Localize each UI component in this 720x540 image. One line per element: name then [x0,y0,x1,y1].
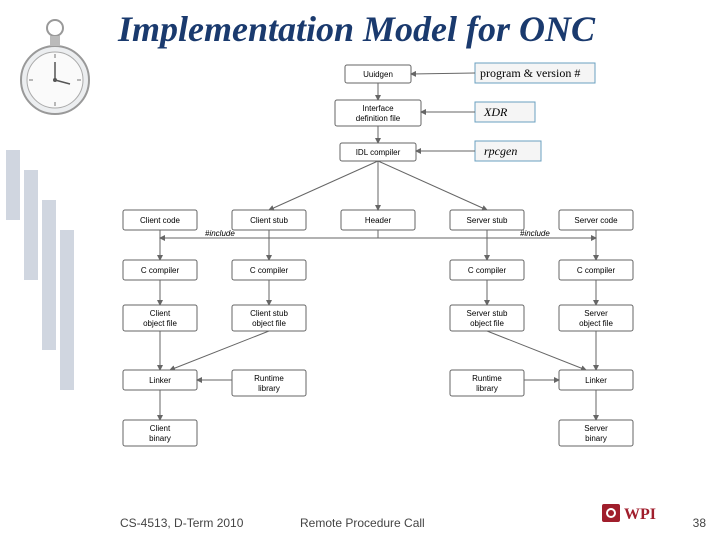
svg-text:object file: object file [143,319,177,328]
svg-text:Server: Server [584,424,608,433]
svg-text:library: library [476,384,498,393]
label-include-right: #include [520,229,550,238]
footer-course: CS-4513, D-Term 2010 [120,516,243,530]
svg-text:WPI: WPI [624,506,656,523]
svg-text:Server: Server [584,309,608,318]
svg-text:Server stub: Server stub [467,309,508,318]
svg-text:Header: Header [365,216,392,225]
svg-text:library: library [258,384,280,393]
svg-text:Client code: Client code [140,216,181,225]
svg-text:C compiler: C compiler [577,266,616,275]
pocketwatch-icon [10,10,100,130]
box-idl: IDL compiler [356,148,401,157]
svg-text:C compiler: C compiler [141,266,180,275]
svg-text:C compiler: C compiler [468,266,507,275]
svg-text:Client stub: Client stub [250,309,288,318]
svg-text:binary: binary [585,434,607,443]
decorative-bars [0,140,100,400]
svg-text:Client stub: Client stub [250,216,288,225]
svg-text:Client: Client [150,424,171,433]
svg-text:Linker: Linker [585,376,607,385]
svg-text:C compiler: C compiler [250,266,289,275]
svg-text:definition file: definition file [356,114,401,123]
box-uuidgen: Uuidgen [363,70,393,79]
svg-text:Linker: Linker [149,376,171,385]
footer-topic: Remote Procedure Call [300,516,425,530]
svg-text:object file: object file [252,319,286,328]
page-number: 38 [693,516,706,530]
svg-text:binary: binary [149,434,171,443]
onc-diagram: Uuidgen Interface definition file IDL co… [110,60,700,480]
callout-rpcgen: rpcgen [484,144,517,158]
svg-text:Runtime: Runtime [472,374,502,383]
svg-text:Runtime: Runtime [254,374,284,383]
slide-title: Implementation Model for ONC [118,8,595,50]
footer: CS-4513, D-Term 2010 Remote Procedure Ca… [0,506,720,530]
svg-text:Interface: Interface [362,104,394,113]
callout-program: program & version # [480,66,580,80]
svg-text:object file: object file [579,319,613,328]
row-sources: Client code Client stub Header Server st… [123,210,633,230]
svg-text:object file: object file [470,319,504,328]
callout-xdr: XDR [483,105,508,119]
svg-text:Client: Client [150,309,171,318]
svg-text:Server code: Server code [574,216,618,225]
svg-text:Server stub: Server stub [467,216,508,225]
wpi-logo: WPI [602,502,682,524]
label-include-left: #include [205,229,235,238]
